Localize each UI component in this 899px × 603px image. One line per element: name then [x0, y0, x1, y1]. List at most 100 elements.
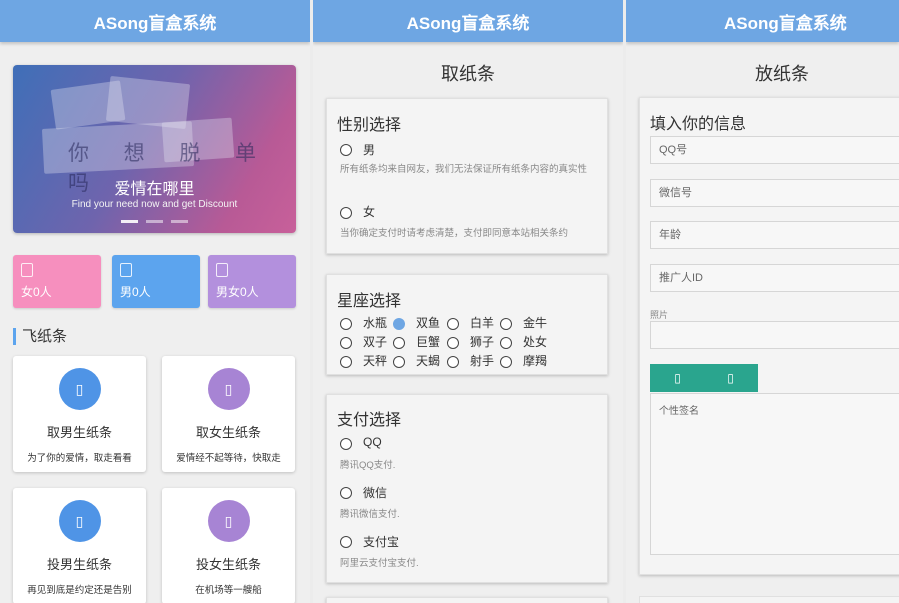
carousel-indicators[interactable] [13, 220, 296, 223]
app-title: ASong盲盒系统 [406, 13, 530, 33]
app-header: ASong盲盒系统 [313, 0, 623, 42]
app-header: ASong盲盒系统 [626, 0, 899, 42]
group-icon [216, 263, 228, 277]
hero-banner[interactable]: 你 想 脱 单 吗 爱情在哪里 Find your need now and g… [13, 65, 296, 233]
zodiac-radio[interactable] [340, 337, 352, 349]
card-title: 投女生纸条 [195, 557, 261, 572]
camera-button[interactable]: ▯ [703, 364, 758, 392]
payment-select-box: 支付选择 QQ 腾讯QQ支付. 微信 腾讯微信支付. 支付宝 阿里云支付宝支付. [326, 394, 608, 583]
gender-note-male: 所有纸条均来自网友，我们无法保证所有纸条内容的真实性 [340, 164, 588, 175]
zodiac-label: 水瓶 [363, 316, 388, 330]
payment-note-wechat: 腾讯微信支付. [340, 509, 400, 520]
gender-heading: 性别选择 [337, 117, 402, 134]
upload-photo-button[interactable]: ▯ [650, 364, 705, 392]
take-male-note-card[interactable]: ▯ 取男生纸条 为了你的爱情，取走看看 [13, 356, 146, 472]
card-desc: 在机场等一艘船 [195, 585, 262, 596]
gender-label-male: 男 [363, 143, 376, 157]
section-title: 飞纸条 [13, 328, 67, 345]
gender-radio-male[interactable] [340, 144, 352, 156]
payment-label-qq: QQ [363, 435, 382, 449]
put-female-note-card[interactable]: ▯ 投女生纸条 在机场等一艘船 [162, 488, 295, 603]
gender-label-female: 女 [363, 205, 376, 219]
payment-radio-qq[interactable] [340, 438, 352, 450]
photo-label: 照片 [650, 310, 669, 320]
next-section-box [326, 597, 608, 603]
female-note-icon: ▯ [207, 368, 250, 410]
stat-female-label: 女0人 [21, 285, 52, 299]
payment-note-qq: 腾讯QQ支付. [340, 460, 396, 471]
zodiac-radio[interactable] [500, 337, 512, 349]
zodiac-radio[interactable] [340, 318, 352, 330]
upload-icon: ▯ [674, 371, 681, 385]
payment-heading: 支付选择 [337, 412, 402, 429]
zodiac-select-box: 星座选择 水瓶 双鱼 白羊 金牛双子 巨蟹 狮子 处女天秤 天蝎 射手 摩羯 [326, 274, 608, 375]
stat-female[interactable]: 女0人 [13, 255, 101, 308]
male-note-icon: ▯ [58, 368, 101, 410]
zodiac-radio[interactable] [393, 318, 405, 330]
stat-male[interactable]: 男0人 [112, 255, 200, 308]
age-input[interactable] [650, 221, 899, 249]
carousel-dot[interactable] [146, 220, 163, 223]
carousel-dot[interactable] [171, 220, 188, 223]
zodiac-heading: 星座选择 [337, 293, 402, 310]
zodiac-label: 巨蟹 [416, 335, 441, 349]
stat-male-label: 男0人 [120, 285, 151, 299]
zodiac-label: 白羊 [470, 316, 495, 330]
gender-note-female: 当你确定支付时请考虑清楚，支付即同意本站相关条约 [340, 228, 569, 239]
zodiac-label: 狮子 [470, 335, 495, 349]
card-title: 取男生纸条 [46, 425, 112, 440]
gender-radio-female[interactable] [340, 207, 352, 219]
app-header: ASong盲盒系统 [0, 0, 310, 42]
zodiac-label: 天蝎 [416, 354, 441, 368]
zodiac-radio[interactable] [393, 356, 405, 368]
promoter-id-input[interactable] [650, 264, 899, 292]
zodiac-label: 射手 [470, 354, 495, 368]
zodiac-radio[interactable] [340, 356, 352, 368]
payment-note-alipay: 阿里云支付宝支付. [340, 558, 419, 569]
zodiac-label: 天秤 [363, 354, 388, 368]
zodiac-label: 摩羯 [523, 354, 548, 368]
zodiac-label: 双鱼 [416, 316, 441, 330]
card-title: 投男生纸条 [46, 557, 112, 572]
info-form: 填入你的信息 照片 ▯ ▯ [639, 97, 899, 575]
zodiac-radio[interactable] [500, 318, 512, 330]
stat-all[interactable]: 男女0人 [208, 255, 296, 308]
banner-title: 爱情在哪里 [114, 181, 195, 198]
photo-upload-field[interactable] [650, 321, 899, 349]
card-title: 取女生纸条 [195, 425, 261, 440]
take-note-panel: ASong盲盒系统 取纸条 性别选择 男 所有纸条均来自网友，我们无法保证所有纸… [313, 0, 623, 603]
app-title: ASong盲盒系统 [724, 13, 847, 33]
app-title: ASong盲盒系统 [93, 13, 217, 33]
zodiac-label: 金牛 [523, 316, 548, 330]
put-male-note-card[interactable]: ▯ 投男生纸条 再见到底是约定还是告别 [13, 488, 146, 603]
signature-textarea[interactable] [650, 393, 899, 555]
zodiac-radio[interactable] [393, 337, 405, 349]
page-title: 放纸条 [755, 64, 809, 84]
zodiac-radio[interactable] [500, 356, 512, 368]
gender-select-box: 性别选择 男 所有纸条均来自网友，我们无法保证所有纸条内容的真实性 女 当你确定… [326, 98, 608, 254]
payment-radio-wechat[interactable] [340, 487, 352, 499]
male-note-icon: ▯ [58, 500, 101, 542]
home-panel: ASong盲盒系统 你 想 脱 单 吗 爱情在哪里 Find your need… [0, 0, 310, 603]
card-desc: 为了你的爱情，取走看看 [27, 453, 132, 464]
zodiac-radio[interactable] [447, 356, 459, 368]
zodiac-label: 处女 [523, 335, 548, 349]
next-section-box [639, 596, 899, 603]
payment-radio-alipay[interactable] [340, 536, 352, 548]
zodiac-radio[interactable] [447, 318, 459, 330]
zodiac-label: 双子 [363, 335, 388, 349]
take-female-note-card[interactable]: ▯ 取女生纸条 爱情经不起等待，快取走 [162, 356, 295, 472]
payment-label-wechat: 微信 [363, 486, 388, 500]
zodiac-radio[interactable] [447, 337, 459, 349]
camera-icon: ▯ [727, 371, 734, 385]
carousel-dot[interactable] [121, 220, 138, 223]
card-desc: 再见到底是约定还是告别 [27, 585, 132, 596]
page-title: 取纸条 [441, 64, 495, 84]
wechat-input[interactable] [650, 179, 899, 207]
form-heading: 填入你的信息 [650, 116, 747, 133]
card-desc: 爱情经不起等待，快取走 [176, 453, 281, 464]
qq-input[interactable] [650, 136, 899, 164]
male-icon [120, 263, 132, 277]
banner-subtitle: Find your need now and get Discount [71, 199, 238, 210]
female-icon [21, 263, 33, 277]
